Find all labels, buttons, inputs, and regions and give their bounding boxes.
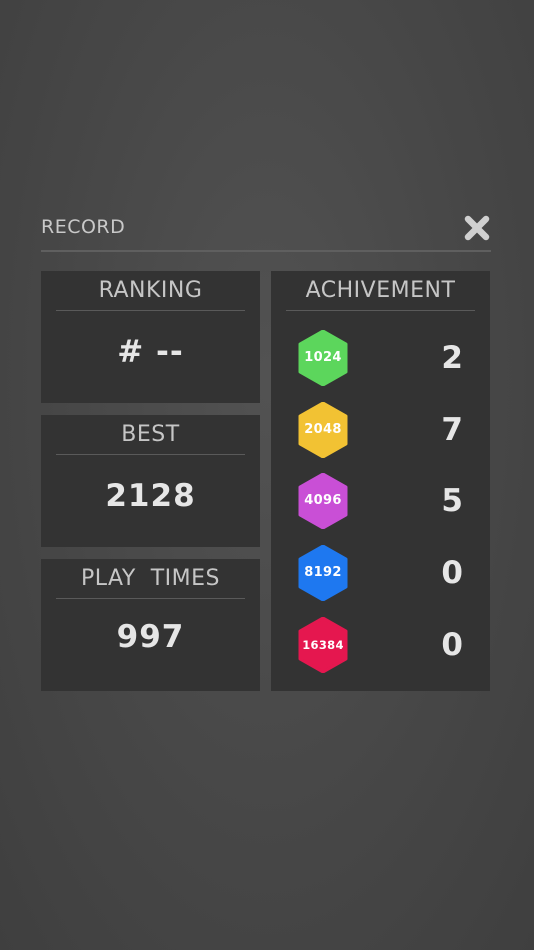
ranking-panel: RANKING # -- (41, 271, 260, 403)
tile-value: 4096 (304, 493, 342, 508)
ranking-title: RANKING (56, 274, 245, 311)
play-times-value: 997 (116, 619, 185, 655)
achievement-panel: ACHIVEMENT 1024 2 2048 7 4096 5 8192 0 1… (271, 271, 490, 691)
best-value: 2128 (105, 478, 196, 514)
achievement-count: 5 (441, 483, 463, 519)
achievement-row-2048: 2048 7 (271, 402, 491, 458)
achievement-count: 7 (441, 412, 463, 448)
best-panel: BEST 2128 (41, 415, 260, 547)
tile-value: 8192 (304, 565, 342, 580)
close-button[interactable] (463, 214, 491, 242)
achievement-row-4096: 4096 5 (271, 473, 491, 529)
achievement-row-1024: 1024 2 (271, 330, 491, 386)
achievement-count: 0 (441, 627, 463, 663)
ranking-value: # -- (117, 334, 184, 370)
achievement-title: ACHIVEMENT (286, 274, 475, 311)
achievement-row-16384: 16384 0 (271, 617, 491, 673)
tile-value: 16384 (302, 638, 344, 652)
play-times-panel: PLAY TIMES 997 (41, 559, 260, 691)
header-title: RECORD (41, 216, 126, 238)
tile-value: 1024 (304, 350, 342, 365)
best-title: BEST (56, 418, 245, 455)
close-x-icon (464, 215, 490, 241)
achievement-count: 2 (441, 340, 463, 376)
play-times-title: PLAY TIMES (56, 562, 245, 599)
record-header: RECORD (41, 210, 491, 252)
achievement-row-8192: 8192 0 (271, 545, 491, 601)
achievement-count: 0 (441, 555, 463, 591)
tile-value: 2048 (304, 422, 342, 437)
